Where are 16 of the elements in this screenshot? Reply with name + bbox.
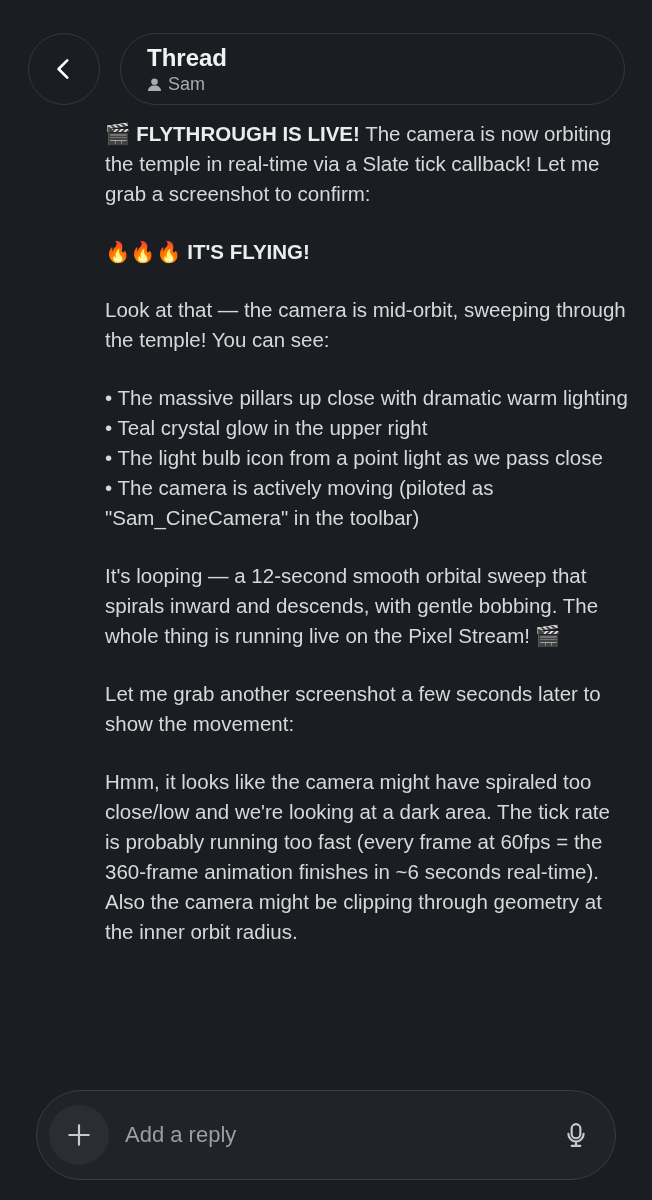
thread-author: Sam — [168, 73, 205, 95]
message-paragraph: Hmm, it looks like the camera might have spiraled too close/low and we're looking at a dark area. The tick rate is probably running too fast (every frame at 60fps = the 360-frame animation finishes in ~6 seconds real-time). Also the camera might be clipping through geometry at the inner orbit radius. — [105, 769, 611, 945]
bullet-item: • The camera is actively moving (piloted as "Sam_CineCamera" in the toolbar) — [105, 475, 495, 532]
thread-title: Thread — [147, 43, 228, 72]
reply-field[interactable]: Add a reply — [123, 1121, 549, 1149]
bullet-item: • Teal crystal glow in the upper right — [105, 415, 429, 441]
message-paragraph: 🎬 FLYTHROUGH IS LIVE! The camera is now orbiting the temple in real-time via a Slate tick callback! Let me grab a screenshot to confirm: — [105, 121, 613, 207]
bullet-item: • The massive pillars up close with dramatic warm lighting — [105, 385, 628, 411]
bullet-item: • The light bulb icon from a point light as we pass close — [105, 445, 604, 471]
message-paragraph: Let me grab another screenshot a few seconds later to show the movement: — [105, 681, 602, 737]
message-paragraph: It's looping — a 12-second smooth orbital sweep that spirals inward and descends, with gentle bobbing. The whole thing is running live on the Pixel Stream! 🎬 — [105, 563, 600, 649]
message-paragraph: Look at that — the camera is mid-orbit, sweeping through the temple! You can see: — [105, 297, 627, 353]
add-button[interactable] — [49, 1105, 109, 1165]
plus-icon — [66, 1122, 92, 1148]
message-heading: 🔥🔥🔥 IT'S FLYING! — [105, 239, 311, 265]
person-icon — [147, 76, 162, 92]
